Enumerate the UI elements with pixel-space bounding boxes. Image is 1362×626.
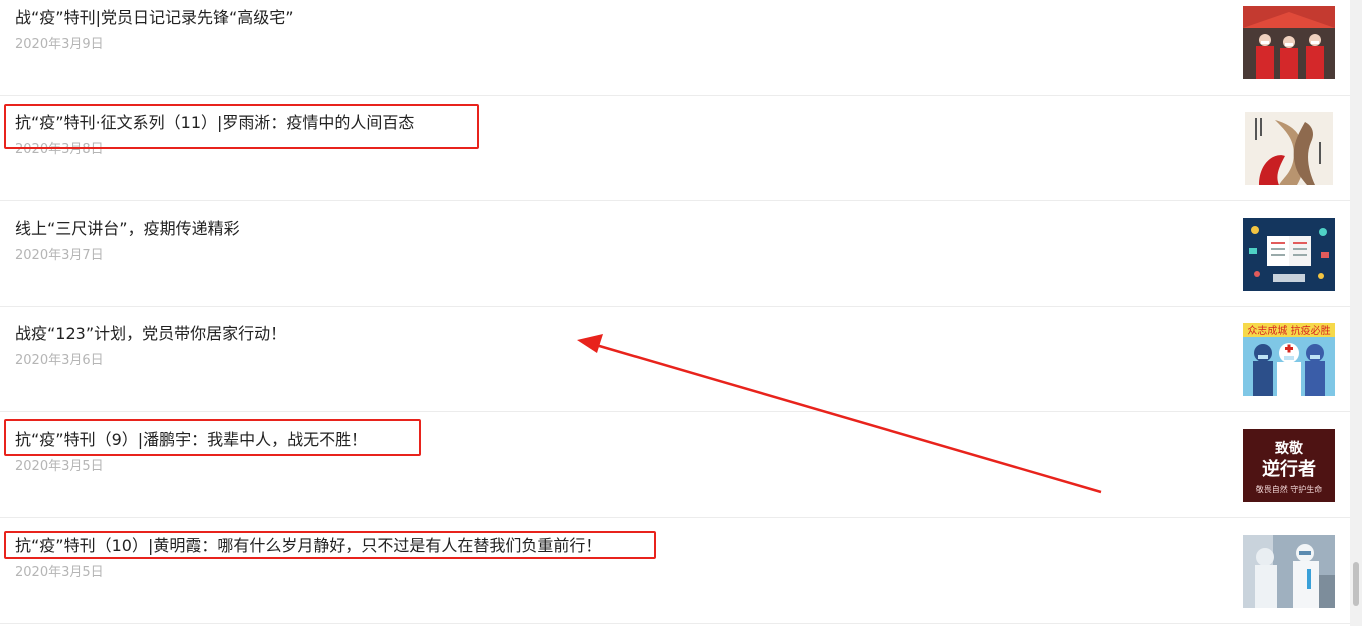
scrollbar-thumb[interactable] <box>1353 562 1359 606</box>
vertical-scrollbar[interactable] <box>1350 0 1362 626</box>
annotation-arrow <box>577 334 1102 494</box>
